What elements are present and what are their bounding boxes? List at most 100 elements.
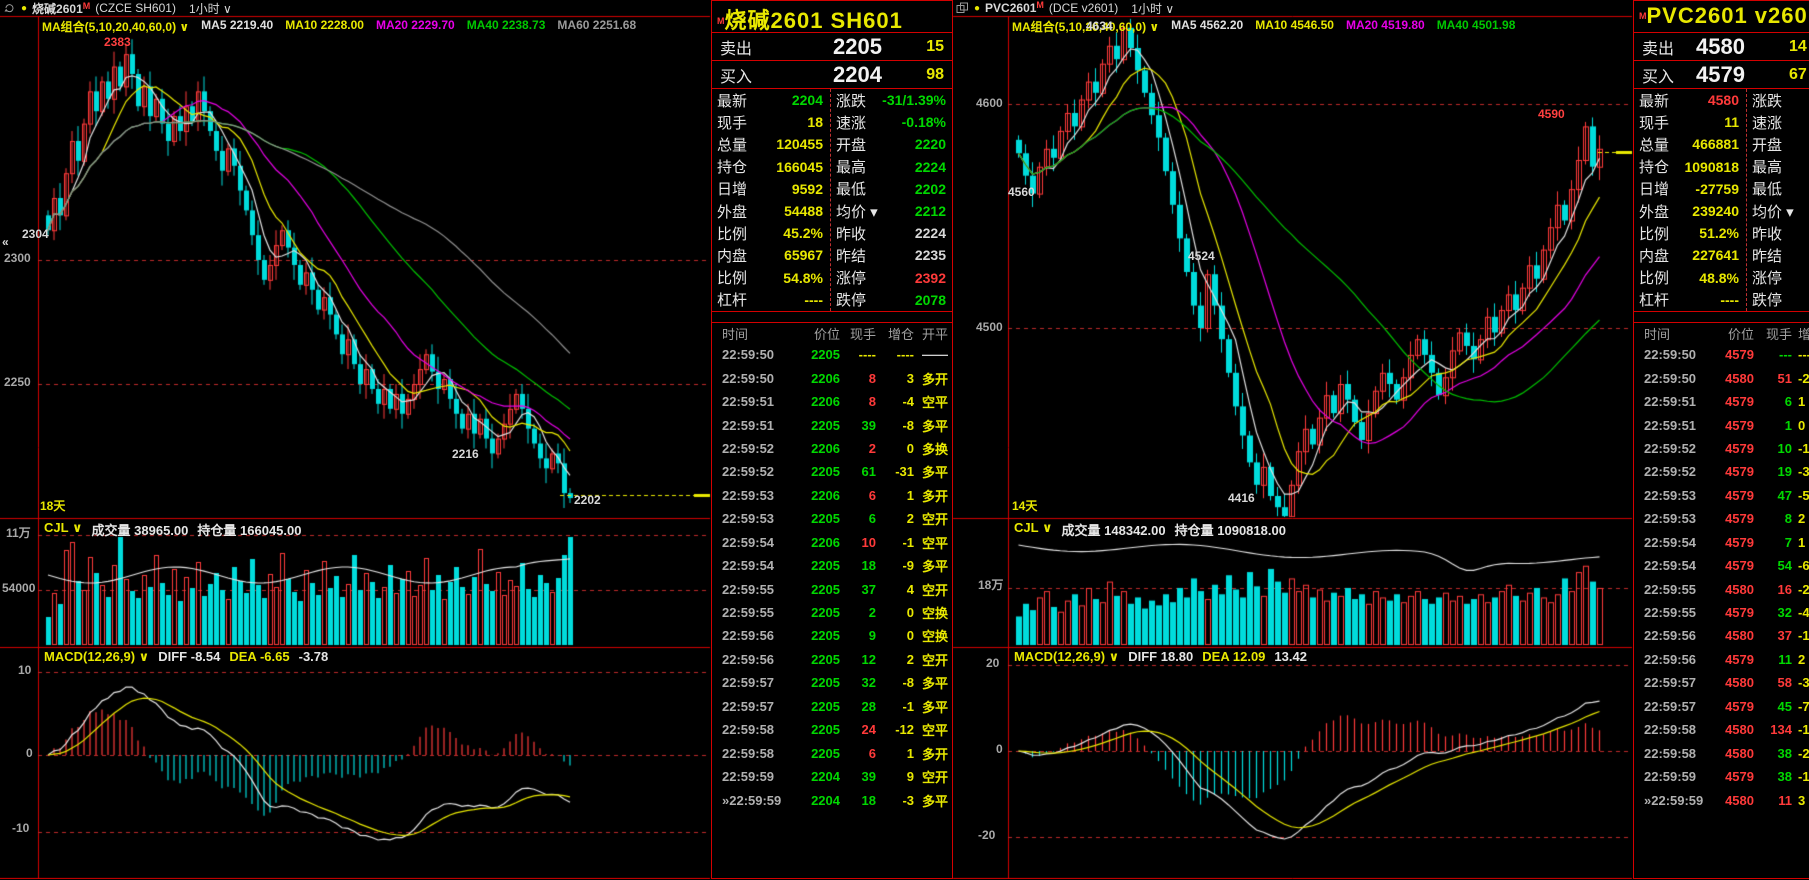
tick-cell: 0 [876, 441, 914, 456]
stat-row: 持仓166045 [712, 156, 828, 178]
tick-cell: 18 [840, 793, 876, 808]
tick-cell: 空开 [914, 767, 954, 786]
tick-cell: 6 [1754, 394, 1792, 409]
tick-row: 22:59:51457961 [1634, 390, 1809, 413]
stat-label: 跌停 [1752, 289, 1782, 310]
tick-cell: ---- [840, 347, 876, 362]
tick-cell: 9 [840, 628, 876, 643]
stat-value: ---- [804, 292, 823, 308]
tick-cell: 22:59:51 [712, 394, 790, 409]
chart-label: 14天 [1012, 500, 1037, 513]
tick-row: 22:59:53220661多开 [712, 484, 954, 507]
ma-value: MA20 4519.80 [1346, 18, 1425, 32]
stat-label: 速涨 [1752, 112, 1782, 133]
tick-cell: 45 [1754, 699, 1792, 714]
cjl-dropdown[interactable]: CJL ∨ [1014, 520, 1053, 539]
stat-value: 48.8% [1699, 270, 1739, 286]
macd-dropdown[interactable]: MACD(12,26,9) ∨ [1014, 649, 1119, 665]
tick-row: 22:59:502205--------—— [712, 343, 954, 366]
stat-value: 227641 [1692, 247, 1739, 263]
chart-label: 0 [996, 743, 1003, 756]
right-tick-list[interactable]: 时间价位现手增仓22:59:504579-------22:59:5045805… [1634, 323, 1809, 812]
tick-cell: 47 [1754, 488, 1792, 503]
tick-cell: --- [1754, 347, 1792, 362]
tick-col-header: 时间 [1634, 324, 1710, 343]
bid-row[interactable]: 买入 2204 98 [712, 61, 952, 88]
tick-cell: 1 [1754, 418, 1792, 433]
stat-row: 内盘65967 [712, 244, 828, 266]
tick-cell: 22:59:53 [712, 488, 790, 503]
refresh-icon[interactable] [3, 2, 16, 14]
stat-label: 外盘 [717, 201, 747, 222]
tick-cell: 2 [1792, 652, 1809, 667]
tick-row: 22:59:51457910 [1634, 413, 1809, 436]
tick-cell: 2206 [790, 535, 840, 550]
tick-cell: 1 [1792, 394, 1809, 409]
tick-cell: 22:59:55 [712, 582, 790, 597]
stat-label: 均价 ▾ [836, 201, 878, 222]
tick-cell: -1 [1792, 769, 1809, 784]
tick-cell: 多平 [914, 416, 954, 435]
tick-cell: 4579 [1710, 347, 1754, 362]
tick-row: 22:59:52220561-31多平 [712, 460, 954, 483]
tick-row: 22:59:59457938-1 [1634, 765, 1809, 788]
stat-row: 速涨 [1747, 111, 1809, 133]
mid-tick-list[interactable]: 时间价位现手增仓开平22:59:502205--------——22:59:50… [712, 323, 954, 812]
windows-icon[interactable] [956, 2, 969, 14]
stat-row: 比例54.8% [712, 267, 828, 289]
tick-cell: 2205 [790, 558, 840, 573]
tick-cell: ---- [1792, 347, 1809, 362]
tick-cell: 10 [840, 535, 876, 550]
tick-cell: 22:59:50 [712, 347, 790, 362]
stat-value: -31/1.39% [882, 92, 946, 108]
stat-value: 2235 [915, 247, 946, 263]
tick-cell: 32 [1754, 605, 1792, 620]
tick-cell: 空换 [914, 603, 954, 622]
tick-cell: 2 [840, 605, 876, 620]
stat-value: ---- [1720, 292, 1739, 308]
chart-label: 54000 [2, 582, 35, 595]
stat-label: 涨停 [1752, 267, 1782, 288]
cjl-dropdown[interactable]: CJL ∨ [44, 520, 83, 539]
ask-row[interactable]: 卖出 2205 15 [712, 33, 952, 60]
tick-header: 时间价位现手增仓开平 [712, 323, 954, 343]
tick-row: 22:59:53457947-5 [1634, 484, 1809, 507]
instrument-dot-icon: ● [974, 3, 980, 14]
tick-cell: 4579 [1710, 418, 1754, 433]
tick-cell: 2205 [790, 675, 840, 690]
ma-combo-dropdown[interactable]: MA组合(5,10,20,40,60,0) ∨ [42, 18, 189, 35]
left-period-selector[interactable]: 1小时 ∨ [189, 0, 232, 17]
tick-cell: 4580 [1710, 746, 1754, 761]
tick-cell: -2 [1792, 371, 1809, 386]
ask-row[interactable]: 卖出 4580 14 [1634, 33, 1809, 60]
stat-row: 开盘 [1747, 133, 1809, 155]
tick-cell: 2 [876, 652, 914, 667]
tick-cell: 多换 [914, 439, 954, 458]
stat-value: 2204 [792, 92, 823, 108]
stat-row: 外盘239240 [1634, 200, 1744, 222]
tick-cell: »22:59:59 [1634, 793, 1710, 808]
stat-row: 最高 [1747, 156, 1809, 178]
right-period-selector[interactable]: 1小时 ∨ [1131, 0, 1174, 17]
bid-row[interactable]: 买入 4579 67 [1634, 61, 1809, 88]
tick-row: 22:59:584580134-12 [1634, 718, 1809, 741]
tick-cell: 22:59:58 [712, 746, 790, 761]
chart-label: -10 [12, 822, 29, 835]
stat-label: 最高 [1752, 156, 1782, 177]
tick-cell: -3 [1792, 675, 1809, 690]
stat-label: 跌停 [836, 289, 866, 310]
tick-cell: 16 [1754, 582, 1792, 597]
stat-value: 2392 [915, 270, 946, 286]
tick-cell: 空换 [914, 626, 954, 645]
tick-row: 22:59:57457945-7 [1634, 695, 1809, 718]
tick-cell: 多平 [914, 556, 954, 575]
tick-cell: 22:59:57 [1634, 699, 1710, 714]
left-instrument-name: 烧碱2601M [32, 0, 90, 17]
tick-cell: 3 [876, 371, 914, 386]
tick-col-header: 增仓 [1792, 324, 1809, 343]
macd-dropdown[interactable]: MACD(12,26,9) ∨ [44, 649, 149, 665]
chart-label: 4590 [1538, 108, 1565, 121]
stat-label: 开盘 [836, 134, 866, 155]
stat-row: 开盘2220 [831, 133, 951, 155]
tick-cell: -1 [1792, 441, 1809, 456]
